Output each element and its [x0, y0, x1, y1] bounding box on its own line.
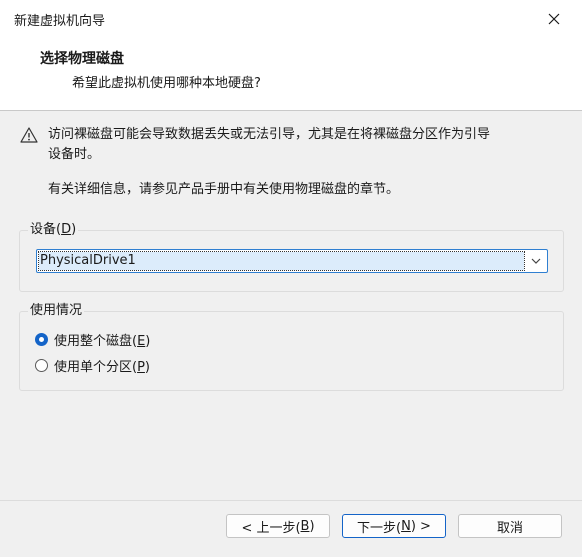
close-button[interactable]: [526, 0, 582, 38]
radio-single-partition[interactable]: 使用单个分区(P): [35, 356, 150, 375]
radio-button-checked[interactable]: [35, 333, 48, 346]
chevron-down-icon[interactable]: [529, 254, 543, 268]
radio-single-partition-label: 使用单个分区(P): [54, 356, 150, 375]
title-bar: 新建虚拟机向导: [0, 0, 582, 38]
back-button[interactable]: < 上一步(B): [226, 514, 330, 538]
warning-line-1: 访问裸磁盘可能会导致数据丢失或无法引导，尤其是在将裸磁盘分区作为引导: [48, 127, 491, 142]
radio-button-unchecked[interactable]: [35, 359, 48, 372]
next-button-prefix: 下一步(: [357, 520, 402, 536]
radio-whole-disk-label-suffix: ): [145, 334, 151, 349]
radio-whole-disk-label-prefix: 使用整个磁盘(: [54, 334, 138, 349]
radio-single-partition-label-suffix: ): [144, 360, 150, 375]
warning-message: 访问裸磁盘可能会导致数据丢失或无法引导，尤其是在将裸磁盘分区作为引导 设备时。: [48, 125, 563, 165]
next-button[interactable]: 下一步(N) >: [342, 514, 446, 538]
radio-whole-disk[interactable]: 使用整个磁盘(E): [35, 330, 150, 349]
device-legend-suffix: ): [71, 222, 77, 237]
device-legend: 设备(D): [28, 221, 79, 239]
back-button-suffix: ): [309, 518, 315, 534]
device-legend-prefix: 设备(: [30, 222, 62, 237]
cancel-button[interactable]: 取消: [458, 514, 562, 538]
next-button-accesskey: N: [401, 518, 411, 534]
page-subtitle: 希望此虚拟机使用哪种本地硬盘?: [72, 76, 261, 91]
usage-legend: 使用情况: [28, 302, 85, 320]
radio-single-partition-accesskey: P: [137, 360, 145, 375]
radio-single-partition-label-prefix: 使用单个分区(: [54, 360, 138, 375]
back-button-accesskey: B: [300, 518, 310, 534]
next-button-suffix: ) >: [410, 518, 431, 534]
warning-icon: [20, 127, 38, 143]
device-select-value: PhysicalDrive1: [38, 251, 525, 271]
radio-whole-disk-label: 使用整个磁盘(E): [54, 330, 150, 349]
device-group: 设备(D) PhysicalDrive1: [19, 221, 564, 292]
window-title: 新建虚拟机向导: [14, 14, 106, 29]
info-message: 有关详细信息，请参见产品手册中有关使用物理磁盘的章节。: [48, 182, 400, 197]
footer-divider: [0, 500, 582, 501]
wizard-header: 选择物理磁盘 希望此虚拟机使用哪种本地硬盘?: [0, 38, 582, 111]
back-button-prefix: < 上一步(: [241, 520, 301, 536]
page-title: 选择物理磁盘: [40, 51, 124, 67]
device-select[interactable]: PhysicalDrive1: [36, 249, 548, 273]
device-legend-accesskey: D: [61, 222, 72, 237]
usage-group: 使用情况 使用整个磁盘(E) 使用单个分区(P): [19, 302, 564, 391]
warning-line-2: 设备时。: [48, 147, 101, 162]
close-icon: [548, 13, 560, 25]
